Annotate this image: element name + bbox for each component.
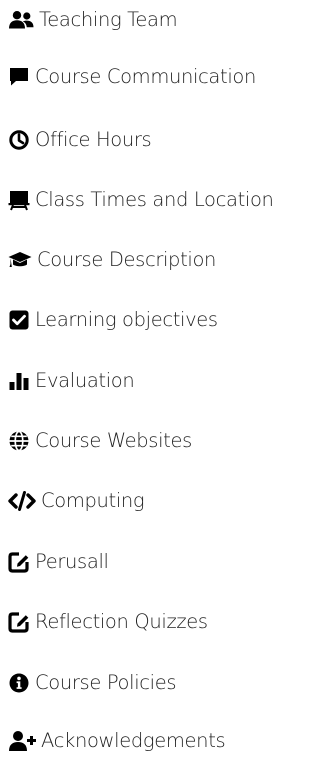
nav-item-label: Perusall bbox=[35, 550, 109, 573]
code-icon bbox=[8, 489, 36, 513]
nav-item-evaluation[interactable]: Evaluation bbox=[8, 364, 135, 398]
nav-item-teaching-team[interactable]: Teaching Team bbox=[8, 3, 178, 37]
edit-icon bbox=[8, 550, 30, 574]
nav-item-course-websites[interactable]: Course Websites bbox=[8, 424, 192, 458]
nav-item-learning-objectives[interactable]: Learning objectives bbox=[8, 303, 218, 337]
nav-item-label: Course Communication bbox=[35, 65, 256, 88]
nav-item-acknowledgements[interactable]: Acknowledgements bbox=[8, 724, 226, 758]
nav-item-label: Course Policies bbox=[35, 671, 177, 694]
nav-item-label: Class Times and Location bbox=[35, 188, 274, 211]
nav-item-label: Teaching Team bbox=[39, 8, 178, 31]
graduation-cap-icon bbox=[8, 248, 32, 272]
nav-item-label: Acknowledgements bbox=[41, 729, 226, 752]
user-plus-icon bbox=[8, 729, 36, 753]
nav-item-class-times-and-location[interactable]: Class Times and Location bbox=[8, 183, 274, 217]
users-icon bbox=[8, 8, 34, 32]
nav-item-computing[interactable]: Computing bbox=[8, 484, 145, 518]
nav-item-perusall[interactable]: Perusall bbox=[8, 545, 109, 579]
nav-item-label: Course Websites bbox=[35, 429, 192, 452]
nav-item-label: Evaluation bbox=[35, 369, 135, 392]
nav-item-course-communication[interactable]: Course Communication bbox=[8, 60, 256, 94]
nav-item-label: Learning objectives bbox=[35, 308, 218, 331]
nav-item-label: Computing bbox=[41, 489, 145, 512]
chalkboard-teacher-icon bbox=[8, 188, 30, 212]
bar-chart-icon bbox=[8, 369, 30, 393]
nav-item-reflection-quizzes[interactable]: Reflection Quizzes bbox=[8, 605, 208, 639]
nav-item-label: Office Hours bbox=[35, 128, 152, 151]
comment-icon bbox=[8, 65, 30, 89]
check-square-icon bbox=[8, 308, 30, 332]
nav-item-office-hours[interactable]: Office Hours bbox=[8, 123, 152, 157]
nav-item-label: Course Description bbox=[37, 248, 217, 271]
sidebar-nav: Teaching Team Course Communication Offic… bbox=[0, 0, 312, 755]
clock-icon bbox=[8, 128, 30, 152]
globe-icon bbox=[8, 429, 30, 453]
nav-item-course-policies[interactable]: Course Policies bbox=[8, 666, 177, 700]
edit-icon bbox=[8, 610, 30, 634]
info-circle-icon bbox=[8, 671, 30, 695]
nav-item-course-description[interactable]: Course Description bbox=[8, 243, 216, 277]
nav-item-label: Reflection Quizzes bbox=[35, 610, 208, 633]
